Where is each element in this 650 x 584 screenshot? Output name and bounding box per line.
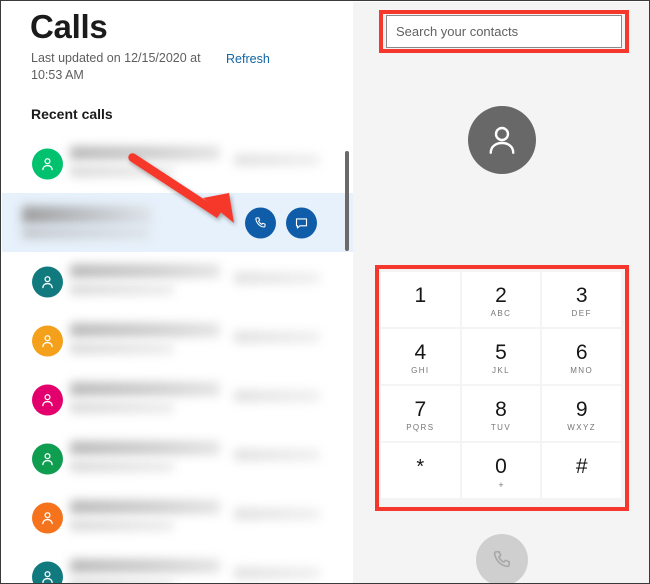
dialpad-key-4[interactable]: 4 GHI [381,329,460,384]
dialpad-key-letters: JKL [491,365,510,375]
dialpad-key-letters: ABC [490,308,512,318]
dialpad-key-digit: 9 [575,397,588,421]
chat-bubble-icon [295,217,308,229]
contact-avatar [32,384,63,415]
dialpad-key-letters: TUV [490,422,512,432]
person-icon [489,126,515,154]
dialpad-key-digit: 0 [495,454,507,478]
dialpad-key-letters: WXYZ [567,422,597,432]
row-message-button[interactable] [286,207,317,238]
dialpad-key-digit: 2 [495,283,507,307]
recent-calls-list [2,134,353,583]
contact-avatar [32,561,63,583]
call-list-item[interactable] [2,193,353,252]
call-timestamp-redacted [234,449,320,461]
contact-name-redacted [70,559,220,573]
page-title: Calls [30,8,108,45]
call-timestamp-redacted [234,390,320,402]
phone-icon [493,551,510,568]
call-detail-redacted [22,227,150,239]
call-list-item[interactable] [2,252,353,311]
dialpad-key-digit: 8 [495,397,507,421]
contact-name-redacted [70,264,220,278]
calls-panel: Calls Last updated on 12/15/2020 at 10:5… [2,2,353,583]
dialpad-key-7[interactable]: 7 PQRS [381,386,460,441]
app-window: Calls Last updated on 12/15/2020 at 10:5… [0,0,650,584]
dialpad-key-5[interactable]: 5 JKL [461,329,541,384]
person-icon [42,393,53,406]
contact-avatar [32,502,63,533]
contact-name-redacted [22,206,152,224]
person-icon [42,275,53,288]
contact-name-redacted [70,323,220,337]
dialpad-key-letters: MNO [570,365,594,375]
call-detail-redacted [70,166,174,177]
dialpad-key-8[interactable]: 8 TUV [461,386,541,441]
contact-name-redacted [70,382,220,396]
call-detail-redacted [70,461,174,472]
dialpad-key-digit: # [575,454,588,478]
dialpad-key-9[interactable]: 9 WXYZ [542,386,621,441]
dialpad-key-star[interactable]: * [381,443,460,498]
call-list-item[interactable] [2,370,353,429]
dialpad: 1 2 ABC 3 DEF 4 GHI 5 JKL 6 MNO 7 PQRS 8 TUV 9 WXYZ * 0 + # [381,272,621,498]
call-list-scrollbar-thumb[interactable] [345,151,349,251]
contact-name-redacted [70,441,220,455]
person-icon [42,452,53,465]
dialpad-key-letters: GHI [411,365,430,375]
call-detail-redacted [70,402,174,413]
dialpad-key-letters: DEF [571,308,592,318]
call-detail-redacted [70,343,174,354]
row-action-buttons [245,207,317,238]
contact-avatar [32,325,63,356]
person-icon [42,511,53,524]
call-timestamp-redacted [234,154,320,166]
dialpad-key-digit: 5 [495,340,507,364]
phone-icon [255,216,266,228]
person-icon [42,334,53,347]
person-icon [42,157,53,170]
call-detail-redacted [70,284,174,295]
dialpad-key-1[interactable]: 1 [381,272,460,327]
contact-avatar [468,106,536,174]
contact-avatar [32,148,63,179]
dialpad-key-letters: PQRS [406,422,435,432]
search-contacts-input[interactable] [386,15,622,48]
call-timestamp-redacted [234,508,320,520]
call-detail-redacted [70,579,174,583]
contact-name-redacted [70,146,220,160]
dialpad-key-hash[interactable]: # [542,443,621,498]
last-updated-text: Last updated on 12/15/2020 at 10:53 AM [31,51,201,82]
dialpad-key-digit: 1 [414,283,427,307]
call-timestamp-redacted [234,272,320,284]
dialpad-key-0[interactable]: 0 + [461,443,541,498]
person-icon [42,570,53,583]
dialer-panel: 12ABC3DEF4GHI5JKL6MNO7PQRS8TUV9WXYZ*0+# [353,2,649,583]
contact-name-redacted [70,500,220,514]
contact-avatar [32,443,63,474]
call-timestamp-redacted [234,567,320,579]
call-list-item[interactable] [2,488,353,547]
row-call-button[interactable] [245,207,276,238]
call-list-item[interactable] [2,429,353,488]
dialpad-key-digit: 4 [414,340,427,364]
dialpad-key-3[interactable]: 3 DEF [542,272,621,327]
call-button[interactable] [476,534,528,583]
dialpad-key-digit: 3 [575,283,588,307]
call-detail-redacted [70,520,174,531]
call-list-item[interactable] [2,134,353,193]
call-list-scrollbar-track[interactable] [343,134,351,583]
refresh-link[interactable]: Refresh [226,52,270,66]
call-list-item[interactable] [2,547,353,583]
recent-calls-heading: Recent calls [31,106,113,122]
dialpad-key-2[interactable]: 2 ABC [461,272,541,327]
contact-avatar [32,266,63,297]
dialpad-key-letters: + [498,479,504,490]
call-list-item[interactable] [2,311,353,370]
call-timestamp-redacted [234,331,320,343]
dialpad-key-digit: 6 [575,340,588,364]
dialpad-key-digit: * [416,455,425,478]
dialpad-key-6[interactable]: 6 MNO [542,329,621,384]
dialpad-key-digit: 7 [414,397,427,421]
